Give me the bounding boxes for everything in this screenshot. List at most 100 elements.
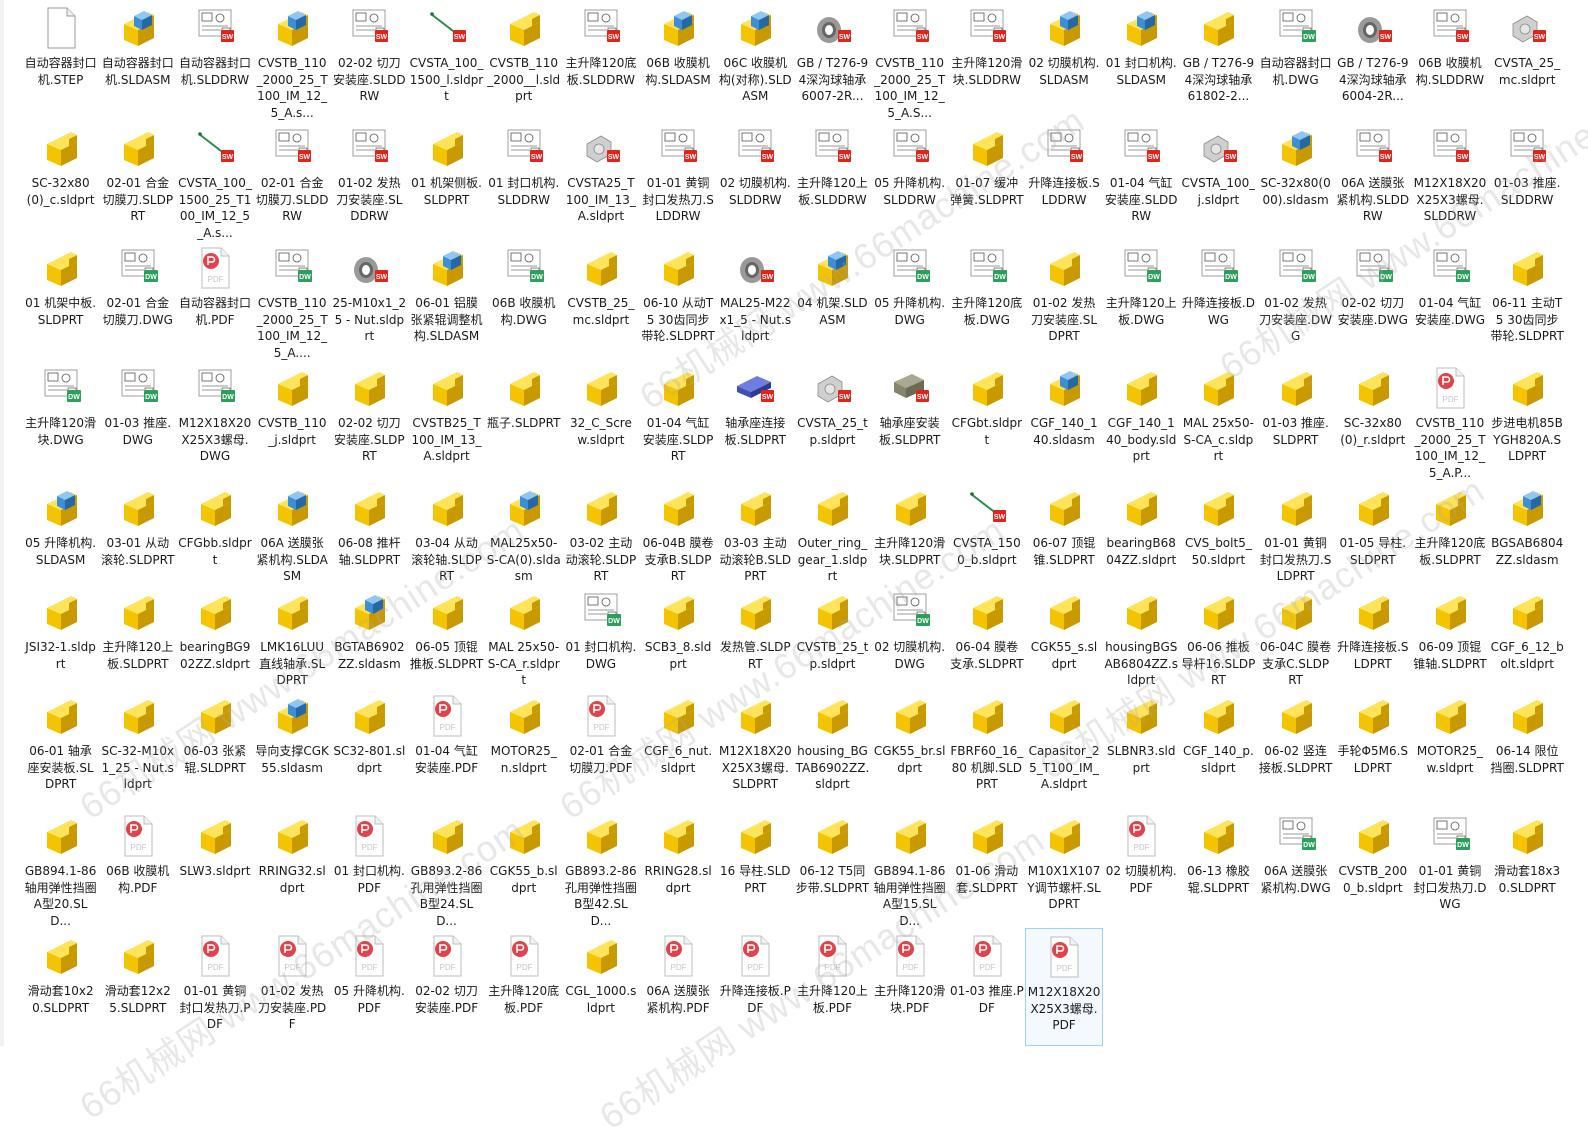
file-item[interactable]: PDF M12X18X20X25X3螺母.PDF	[1025, 928, 1103, 1046]
file-item[interactable]: 01 机架中板.SLDPRT	[22, 240, 99, 360]
file-item[interactable]: CGK55_s.sldprt	[1025, 584, 1102, 688]
file-item[interactable]: MAL25x50-S-CA(0).sldasm	[485, 480, 562, 584]
file-item[interactable]: 05 升降机构.SLDASM	[22, 480, 99, 584]
file-item[interactable]: MAL 25x50-S-CA_c.sldprt	[1180, 360, 1257, 480]
file-item[interactable]: 导向支撑CGK55.sldasm	[254, 688, 331, 808]
file-item[interactable]: 06-02 竖连接板.SLDPRT	[1257, 688, 1334, 808]
file-item[interactable]: M12X18X20X25X3螺母.SLDPRT	[717, 688, 794, 808]
file-item[interactable]: LMK16LUU直线轴承.SLDPRT	[254, 584, 331, 688]
file-item[interactable]: CGF_140_140.sldasm	[1025, 360, 1102, 480]
file-item[interactable]: 03-04 从动滚轮轴.SLDPRT	[408, 480, 485, 584]
file-item[interactable]: CVS_bolt5_50.sldprt	[1180, 480, 1257, 584]
file-item[interactable]: DW 主升降120上板.DWG	[1103, 240, 1180, 360]
file-item[interactable]: housingBGSAB6804ZZ.sldprt	[1103, 584, 1180, 688]
file-item[interactable]: SC-32x80(0)_c.sldprt	[22, 120, 99, 240]
file-item[interactable]: PDF 01 封口机构.PDF	[331, 808, 408, 928]
file-item[interactable]: 06B 收膜机构.SLDASM	[640, 0, 717, 120]
file-item[interactable]: 升降连接板.SLDPRT	[1334, 584, 1411, 688]
file-item[interactable]: CFGbb.sldprt	[176, 480, 253, 584]
file-item[interactable]: Outer_ring_gear_1.sldprt	[794, 480, 871, 584]
file-item[interactable]: SW 02-01 合金切膜刀.SLDDRW	[254, 120, 331, 240]
file-item[interactable]: 06-04B 膜卷支承B.SLDPRT	[640, 480, 717, 584]
file-item[interactable]: 01-07 缓冲弹簧.SLDPRT	[948, 120, 1025, 240]
file-item[interactable]: SC-32-M10x1_25 - Nut.sldprt	[99, 688, 176, 808]
file-item[interactable]: DW 05 升降机构.DWG	[871, 240, 948, 360]
file-item[interactable]: 01 封口机构.SLDASM	[1103, 0, 1180, 120]
file-item[interactable]: SC-32x80(0)_r.sldprt	[1334, 360, 1411, 480]
file-item[interactable]: bearingB6804ZZ.sldprt	[1103, 480, 1180, 584]
file-item[interactable]: DW 02-02 切刀安装座.DWG	[1334, 240, 1411, 360]
file-item[interactable]: CVSTB_25_mc.sldprt	[562, 240, 639, 360]
file-item[interactable]: CGK55_br.sldprt	[871, 688, 948, 808]
file-item[interactable]: 01-01 黄铜封口发热刀.SLDPRT	[1257, 480, 1334, 584]
file-item[interactable]: PDF 主升降120底板.PDF	[485, 928, 562, 1046]
file-item[interactable]: 06-07 顶锟锥.SLDPRT	[1025, 480, 1102, 584]
file-item[interactable]: PDF 01-01 黄铜封口发热刀.PDF	[176, 928, 253, 1046]
file-item[interactable]: SW 01 封口机构.SLDDRW	[485, 120, 562, 240]
file-item[interactable]: PDF 主升降120上板.PDF	[794, 928, 871, 1046]
file-item[interactable]: PDF 01-03 推座.PDF	[948, 928, 1025, 1046]
file-item[interactable]: SW 06B 收膜机构.SLDDRW	[1411, 0, 1488, 120]
file-item[interactable]: SW GB / T276-94深沟球轴承6007-2R...	[794, 0, 871, 120]
file-item[interactable]: SW 轴承座连接板.SLDPRT	[717, 360, 794, 480]
file-item[interactable]: DW 01-01 黄铜封口发热刀.DWG	[1411, 808, 1488, 928]
file-item[interactable]: 32_C_Screw.sldprt	[562, 360, 639, 480]
file-item[interactable]: SLBNR3.sldprt	[1103, 688, 1180, 808]
file-item[interactable]: 01-05 导柱.SLDPRT	[1334, 480, 1411, 584]
file-item[interactable]: SW M12X18X20X25X3螺母.SLDDRW	[1411, 120, 1488, 240]
file-item[interactable]: 自动容器封口机.STEP	[22, 0, 99, 120]
file-item[interactable]: SLW3.sldprt	[176, 808, 253, 928]
file-item[interactable]: BGTAB6902ZZ.sldasm	[331, 584, 408, 688]
file-item[interactable]: SW 02-02 切刀安装座.SLDDRW	[331, 0, 408, 120]
file-item[interactable]: SW 01-04 气缸安装座.SLDDRW	[1103, 120, 1180, 240]
file-item[interactable]: Capasitor_25_T100_IM_A.sldprt	[1025, 688, 1102, 808]
file-item[interactable]: 01-04 气缸安装座.SLDPRT	[640, 360, 717, 480]
file-item[interactable]: 06-01 轴承座安装板.SLDPRT	[22, 688, 99, 808]
file-item[interactable]: CGF_6_12_bolt.sldprt	[1489, 584, 1566, 688]
file-item[interactable]: BGSAB6804ZZ.sldasm	[1489, 480, 1566, 584]
file-item[interactable]: DW 01-02 发热刀安装座.DWG	[1257, 240, 1334, 360]
file-item[interactable]: SW GB / T276-94深沟球轴承6004-2R...	[1334, 0, 1411, 120]
file-item[interactable]: SC32-801.sldprt	[331, 688, 408, 808]
file-item[interactable]: SW 轴承座安装板.SLDPRT	[871, 360, 948, 480]
file-item[interactable]: 01 机架侧板.SLDPRT	[408, 120, 485, 240]
file-item[interactable]: MAL 25x50-S-CA_r.sldprt	[485, 584, 562, 688]
file-item[interactable]: PDF 升降连接板.PDF	[717, 928, 794, 1046]
file-item[interactable]: 06-06 推板导杆16.SLDPRT	[1180, 584, 1257, 688]
file-item[interactable]: DW 06A 送膜张紧机构.DWG	[1257, 808, 1334, 928]
file-item[interactable]: DW 02 切膜机构.DWG	[871, 584, 948, 688]
file-item[interactable]: 06-04 膜卷支承.SLDPRT	[948, 584, 1025, 688]
file-item[interactable]: CGF_140_140_body.sldprt	[1103, 360, 1180, 480]
file-item[interactable]: M10X1X107Y调节螺杆.SLDPRT	[1025, 808, 1102, 928]
file-item[interactable]: GB894.1-86轴用弹性挡圈A型20.SLD...	[22, 808, 99, 928]
file-item[interactable]: GB / T276-94深沟球轴承61802-2...	[1180, 0, 1257, 120]
scrollbar-edge[interactable]	[0, 0, 4, 1046]
file-item[interactable]: CVSTB_110_2000__l.sldprt	[485, 0, 562, 120]
file-item[interactable]: GB894.1-86轴用弹性挡圈A型15.SLD...	[871, 808, 948, 928]
file-item[interactable]: FBRF60_16_80 机脚.SLDPRT	[948, 688, 1025, 808]
file-item[interactable]: 06-04C 膜卷支承C.SLDPRT	[1257, 584, 1334, 688]
file-item[interactable]: SW 01-02 发热刀安装座.SLDDRW	[331, 120, 408, 240]
file-item[interactable]: 瓶子.SLDPRT	[485, 360, 562, 480]
file-item[interactable]: JSI32-1.sldprt	[22, 584, 99, 688]
file-item[interactable]: CVSTB_2000_b.sldprt	[1334, 808, 1411, 928]
file-item[interactable]: PDF 02-01 合金切膜刀.PDF	[562, 688, 639, 808]
file-item[interactable]: PDF 05 升降机构.PDF	[331, 928, 408, 1046]
file-item[interactable]: CGL_1000.sldprt	[562, 928, 639, 1046]
file-item[interactable]: SW 06A 送膜张紧机构.SLDDRW	[1334, 120, 1411, 240]
file-item[interactable]: 主升降120滑块.SLDPRT	[871, 480, 948, 584]
file-item[interactable]: SW 自动容器封口机.SLDDRW	[176, 0, 253, 120]
file-item[interactable]: DW M12X18X20X25X3螺母.DWG	[176, 360, 253, 480]
file-item[interactable]: PDF 02-02 切刀安装座.PDF	[408, 928, 485, 1046]
file-item[interactable]: SW 升降连接板.SLDDRW	[1025, 120, 1102, 240]
file-item[interactable]: PDF 主升降120滑块.PDF	[871, 928, 948, 1046]
file-item[interactable]: SW 05 升降机构.SLDDRW	[871, 120, 948, 240]
file-item[interactable]: 06-11 主动T5 30齿同步带轮.SLDPRT	[1489, 240, 1566, 360]
file-item[interactable]: 03-01 从动滚轮.SLDPRT	[99, 480, 176, 584]
file-item[interactable]: SC-32x80(000).sldasm	[1257, 120, 1334, 240]
file-item[interactable]: 06-05 顶锟推板.SLDPRT	[408, 584, 485, 688]
file-item[interactable]: 发热管.SLDPRT	[717, 584, 794, 688]
file-item[interactable]: SW 01-01 黄铜封口发热刀.SLDDRW	[640, 120, 717, 240]
file-item[interactable]: 06-03 张紧辊.SLDPRT	[176, 688, 253, 808]
file-item[interactable]: 03-03 主动动滚轮B.SLDPRT	[717, 480, 794, 584]
